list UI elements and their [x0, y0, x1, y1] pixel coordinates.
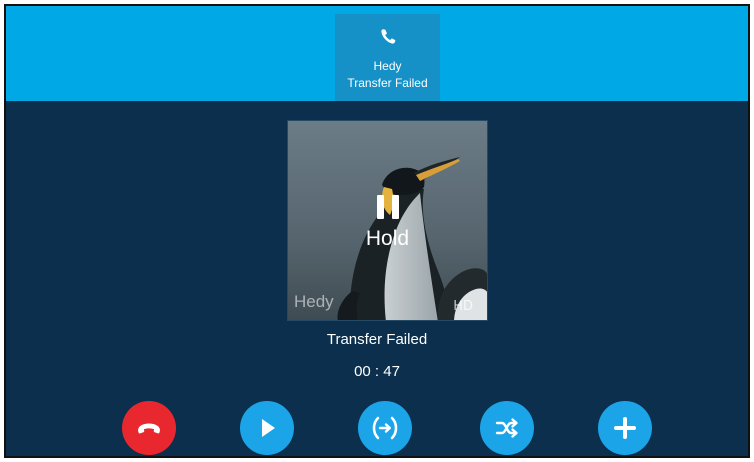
- caller-name-watermark: Hedy: [294, 292, 334, 311]
- pause-icon: [376, 194, 399, 219]
- resume-button[interactable]: [240, 401, 294, 455]
- shuffle-icon: [495, 418, 518, 438]
- call-tab-hedy[interactable]: Hedy Transfer Failed: [335, 14, 440, 101]
- hold-overlay: Hold: [288, 121, 487, 320]
- transfer-icon: [372, 416, 398, 440]
- transfer-button[interactable]: [358, 401, 412, 455]
- hang-up-icon: [138, 423, 160, 434]
- hold-label: Hold: [365, 226, 410, 250]
- call-tab-caller-name: Hedy: [373, 59, 402, 73]
- call-tab-status: Transfer Failed: [347, 76, 428, 90]
- end-call-button[interactable]: [122, 401, 176, 455]
- new-call-button[interactable]: [598, 401, 652, 455]
- hd-badge: HD: [453, 299, 473, 314]
- swap-button[interactable]: [480, 401, 534, 455]
- play-icon: [262, 419, 275, 437]
- call-timer: 00 : 47: [354, 363, 400, 380]
- call-status: Transfer Failed: [326, 331, 428, 348]
- phone-screen: Hedy Transfer Failed Hold Hedy HD Transf…: [4, 4, 750, 458]
- call-tab-bar: Hedy Transfer Failed: [6, 6, 748, 101]
- caller-photo: Hold Hedy HD: [287, 120, 488, 321]
- call-view: Hold Hedy HD Transfer Failed 00 : 47: [6, 101, 748, 456]
- plus-icon: [614, 417, 636, 439]
- phone-icon: [380, 29, 395, 44]
